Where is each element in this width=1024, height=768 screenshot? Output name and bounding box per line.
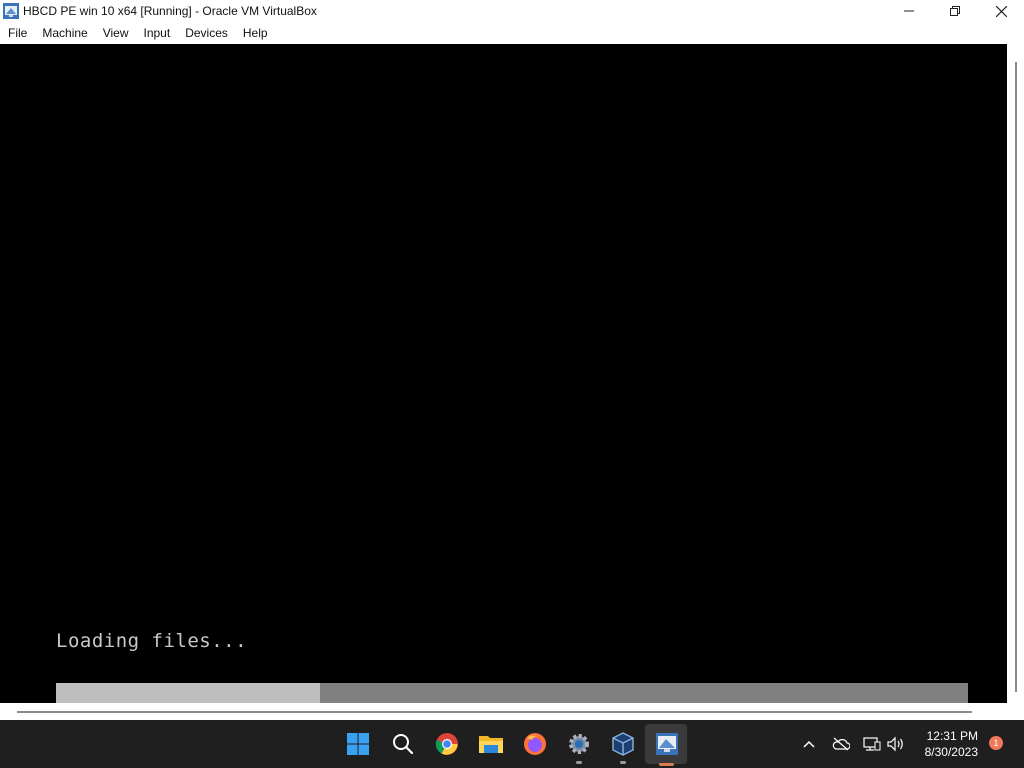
window-title: HBCD PE win 10 x64 [Running] - Oracle VM… bbox=[23, 4, 317, 18]
running-indicator bbox=[620, 761, 626, 764]
horizontal-scrollbar-thumb[interactable] bbox=[17, 711, 972, 713]
chrome-icon bbox=[435, 733, 458, 755]
vertical-scrollbar[interactable] bbox=[1007, 44, 1024, 703]
window-controls bbox=[886, 0, 1024, 22]
search-icon bbox=[393, 734, 414, 755]
network-button[interactable] bbox=[862, 734, 882, 754]
virtualbox-vm-icon bbox=[3, 3, 19, 19]
scrollbar-corner bbox=[1007, 703, 1024, 720]
menu-view[interactable]: View bbox=[96, 26, 136, 40]
title-bar: HBCD PE win 10 x64 [Running] - Oracle VM… bbox=[0, 0, 1024, 22]
restore-icon bbox=[950, 6, 960, 16]
virtualbox-manager-button[interactable] bbox=[607, 728, 639, 764]
firefox-icon bbox=[524, 733, 546, 755]
notification-badge[interactable]: 1 bbox=[989, 736, 1003, 750]
search-button[interactable] bbox=[387, 728, 419, 760]
close-icon bbox=[995, 5, 1007, 17]
menu-devices[interactable]: Devices bbox=[178, 26, 235, 40]
vertical-scrollbar-thumb[interactable] bbox=[1015, 62, 1017, 692]
windows-start-icon bbox=[347, 733, 369, 755]
volume-button[interactable] bbox=[886, 734, 906, 754]
loading-text: Loading files... bbox=[56, 630, 248, 652]
clock-time: 12:31 PM bbox=[926, 729, 978, 743]
virtualbox-manager-icon bbox=[612, 732, 634, 756]
onedrive-button[interactable] bbox=[831, 734, 851, 754]
active-app-indicator bbox=[659, 763, 674, 766]
restore-button[interactable] bbox=[932, 0, 978, 22]
chrome-button[interactable] bbox=[431, 728, 463, 760]
loading-progress-fill bbox=[56, 683, 321, 703]
firefox-button[interactable] bbox=[519, 728, 551, 760]
chevron-up-icon bbox=[803, 740, 815, 748]
settings-icon bbox=[569, 734, 589, 754]
menu-machine[interactable]: Machine bbox=[35, 26, 94, 40]
virtualbox-vm-button[interactable] bbox=[651, 728, 683, 760]
onedrive-icon bbox=[832, 737, 850, 751]
show-hidden-icons-button[interactable] bbox=[799, 734, 819, 754]
menu-file[interactable]: File bbox=[1, 26, 34, 40]
running-indicator bbox=[576, 761, 582, 764]
clock[interactable]: 12:31 PM 8/30/2023 bbox=[914, 728, 978, 760]
horizontal-scrollbar[interactable] bbox=[0, 703, 1007, 720]
menu-bar: File Machine View Input Devices Help bbox=[0, 22, 1024, 44]
minimize-icon bbox=[904, 10, 914, 12]
taskbar: 12:31 PM 8/30/2023 1 bbox=[0, 720, 1024, 768]
file-explorer-icon bbox=[479, 736, 503, 753]
windows-start-button[interactable] bbox=[342, 728, 374, 760]
menu-input[interactable]: Input bbox=[137, 26, 178, 40]
menu-help[interactable]: Help bbox=[236, 26, 275, 40]
settings-button[interactable] bbox=[563, 728, 595, 764]
network-icon bbox=[863, 737, 881, 751]
minimize-button[interactable] bbox=[886, 0, 932, 22]
loading-progress-bar bbox=[56, 683, 968, 703]
clock-date: 8/30/2023 bbox=[924, 745, 978, 759]
virtualbox-vm-icon bbox=[656, 733, 678, 755]
file-explorer-button[interactable] bbox=[475, 728, 507, 760]
volume-icon bbox=[887, 736, 903, 752]
close-button[interactable] bbox=[978, 0, 1024, 22]
vm-display[interactable]: Loading files... bbox=[0, 44, 1007, 703]
